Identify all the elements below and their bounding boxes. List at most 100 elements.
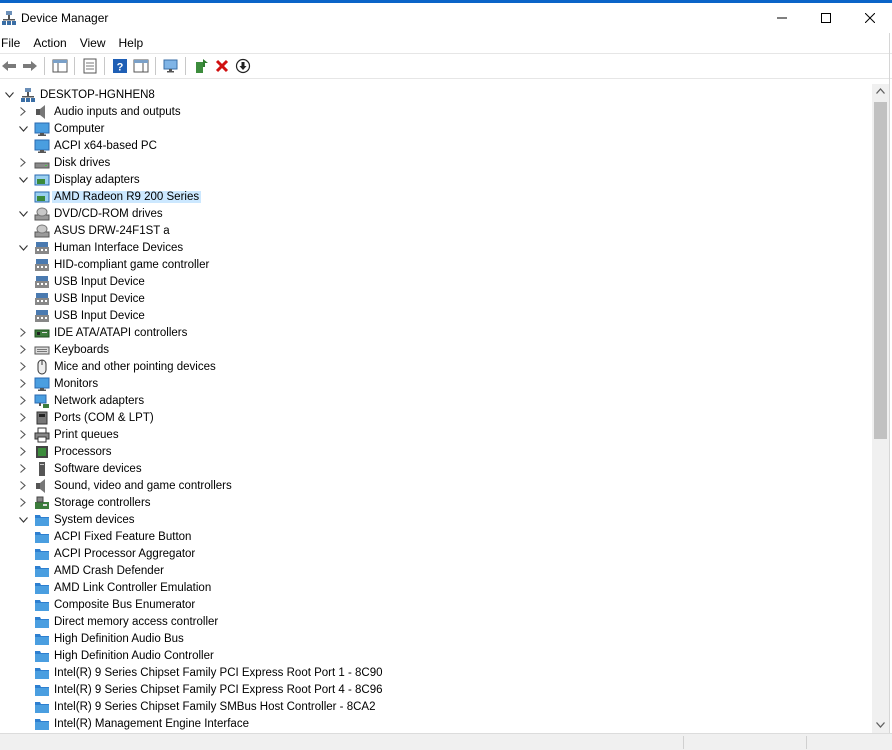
monitor-icon: [34, 121, 50, 137]
tree-device[interactable]: AMD Radeon R9 200 Series: [34, 188, 202, 205]
tree-device[interactable]: Intel(R) 9 Series Chipset Family PCI Exp…: [34, 664, 383, 681]
device-tree[interactable]: DESKTOP-HGNHEN8 Audio inputs and outputs C…: [0, 84, 872, 733]
hid-icon: [34, 291, 50, 307]
tree-category[interactable]: Processors: [16, 443, 112, 460]
tree-category[interactable]: Monitors: [16, 375, 98, 392]
expand-toggle[interactable]: [16, 341, 30, 358]
tree-category[interactable]: Storage controllers: [16, 494, 151, 511]
tree-device[interactable]: AMD Link Controller Emulation: [34, 579, 211, 596]
back-button[interactable]: [0, 57, 18, 75]
tree-device[interactable]: High Definition Audio Controller: [34, 647, 214, 664]
collapse-toggle[interactable]: [16, 239, 30, 256]
expand-toggle[interactable]: [16, 460, 30, 477]
collapse-toggle[interactable]: [2, 86, 16, 103]
tree-category[interactable]: Audio inputs and outputs: [16, 103, 181, 120]
menu-file[interactable]: File: [0, 36, 26, 50]
tree-category[interactable]: Computer: [16, 120, 105, 137]
chevron-right-icon: [20, 464, 26, 473]
scan-hardware-changes-button[interactable]: [162, 57, 180, 75]
tree-device[interactable]: AMD Crash Defender: [34, 562, 164, 579]
hid-icon: [34, 274, 50, 290]
expand-toggle[interactable]: [16, 103, 30, 120]
tree-device[interactable]: Intel(R) Management Engine Interface: [34, 715, 249, 732]
tree-root[interactable]: DESKTOP-HGNHEN8: [2, 86, 155, 103]
expand-toggle[interactable]: [16, 358, 30, 375]
chevron-right-icon: [20, 158, 26, 167]
show-action-pane-button[interactable]: [132, 57, 150, 75]
menu-action[interactable]: Action: [32, 36, 72, 50]
system-folder-icon: [34, 665, 50, 681]
tree-device[interactable]: USB Input Device: [34, 290, 145, 307]
forward-arrow-icon: [23, 61, 37, 71]
maximize-button[interactable]: [804, 3, 848, 33]
help-button[interactable]: ?: [111, 57, 129, 75]
update-driver-button[interactable]: [192, 57, 210, 75]
tree-category[interactable]: System devices: [16, 511, 135, 528]
scrollbar-thumb[interactable]: [874, 102, 887, 439]
expand-toggle[interactable]: [16, 375, 30, 392]
close-button[interactable]: [848, 3, 892, 33]
system-folder-icon: [34, 614, 50, 630]
tree-category[interactable]: DVD/CD-ROM drives: [16, 205, 163, 222]
tree-item-label: ACPI x64-based PC: [54, 139, 157, 152]
expand-toggle[interactable]: [16, 392, 30, 409]
chevron-right-icon: [20, 328, 26, 337]
tree-device[interactable]: HID-compliant game controller: [34, 256, 209, 273]
tree-device[interactable]: USB Input Device: [34, 307, 145, 324]
tree-device[interactable]: Direct memory access controller: [34, 613, 218, 630]
tree-category[interactable]: Display adapters: [16, 171, 140, 188]
expand-toggle[interactable]: [16, 426, 30, 443]
forward-button[interactable]: [21, 57, 39, 75]
expand-toggle[interactable]: [16, 324, 30, 341]
collapse-toggle[interactable]: [16, 511, 30, 528]
tree-category[interactable]: Ports (COM & LPT): [16, 409, 154, 426]
tree-item-label: Intel(R) 9 Series Chipset Family SMBus H…: [54, 700, 376, 713]
vertical-scrollbar[interactable]: [872, 84, 889, 733]
tree-category[interactable]: Sound, video and game controllers: [16, 477, 232, 494]
tree-device[interactable]: ASUS DRW-24F1ST a: [34, 222, 170, 239]
expand-toggle[interactable]: [16, 154, 30, 171]
expand-toggle[interactable]: [16, 443, 30, 460]
maximize-icon: [821, 13, 831, 23]
tree-category[interactable]: IDE ATA/ATAPI controllers: [16, 324, 187, 341]
close-icon: [865, 13, 875, 23]
tree-device[interactable]: ACPI x64-based PC: [34, 137, 157, 154]
tree-category[interactable]: Mice and other pointing devices: [16, 358, 216, 375]
tree-category[interactable]: Disk drives: [16, 154, 110, 171]
tree-device[interactable]: Composite Bus Enumerator: [34, 596, 195, 613]
collapse-toggle[interactable]: [16, 171, 30, 188]
expand-toggle[interactable]: [16, 409, 30, 426]
tree-device[interactable]: USB Input Device: [34, 273, 145, 290]
menu-view[interactable]: View: [79, 36, 112, 50]
tree-category[interactable]: Software devices: [16, 460, 142, 477]
menu-help[interactable]: Help: [118, 36, 150, 50]
tree-item-label: Network adapters: [54, 394, 145, 407]
collapse-toggle[interactable]: [16, 120, 30, 137]
show-hide-console-tree-button[interactable]: [51, 57, 69, 75]
tree-device[interactable]: ACPI Fixed Feature Button: [34, 528, 191, 545]
uninstall-device-button[interactable]: [213, 57, 231, 75]
chevron-right-icon: [20, 362, 26, 371]
tree-category[interactable]: Human Interface Devices: [16, 239, 183, 256]
tree-device[interactable]: ACPI Processor Aggregator: [34, 545, 195, 562]
expand-toggle[interactable]: [16, 494, 30, 511]
chevron-down-icon: [18, 125, 28, 132]
tree-device[interactable]: High Definition Audio Bus: [34, 630, 184, 647]
tree-item-label: Human Interface Devices: [54, 241, 184, 254]
minimize-button[interactable]: [760, 3, 804, 33]
mouse-icon: [34, 359, 50, 375]
system-folder-icon: [34, 563, 50, 579]
tree-item-label: ASUS DRW-24F1ST a: [54, 224, 170, 237]
collapse-toggle[interactable]: [16, 205, 30, 222]
download-button[interactable]: [234, 57, 252, 75]
tree-category[interactable]: Network adapters: [16, 392, 144, 409]
title-bar[interactable]: Device Manager: [0, 3, 892, 33]
tree-category[interactable]: Print queues: [16, 426, 119, 443]
tree-device[interactable]: Intel(R) 9 Series Chipset Family SMBus H…: [34, 698, 375, 715]
system-folder-icon: [34, 631, 50, 647]
tree-category[interactable]: Keyboards: [16, 341, 109, 358]
tree-device[interactable]: Intel(R) 9 Series Chipset Family PCI Exp…: [34, 681, 383, 698]
properties-button[interactable]: [81, 57, 99, 75]
expand-toggle[interactable]: [16, 477, 30, 494]
tree-item-label: Direct memory access controller: [54, 615, 219, 628]
